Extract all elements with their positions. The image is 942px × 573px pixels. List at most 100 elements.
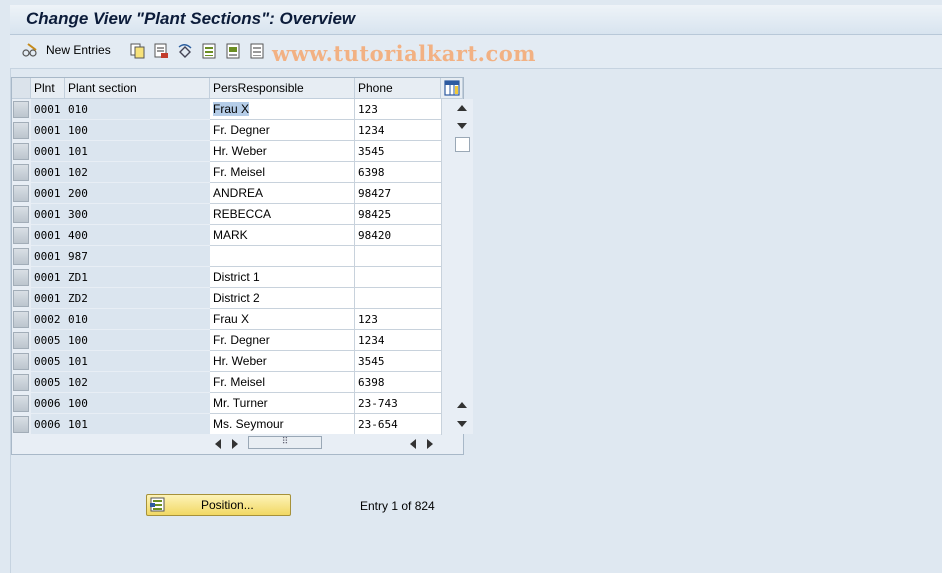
column-header-phone[interactable]: Phone bbox=[355, 78, 441, 99]
cell-pers-responsible-input[interactable]: Frau X bbox=[210, 309, 355, 330]
scroll-thumb[interactable] bbox=[455, 137, 470, 152]
select-all-rows-header[interactable] bbox=[12, 78, 31, 99]
row-selector-button[interactable] bbox=[13, 248, 29, 265]
cell-pers-responsible-input[interactable]: District 2 bbox=[210, 288, 355, 309]
scroll-left-icon[interactable] bbox=[215, 439, 221, 449]
new-entries-button[interactable]: New Entries bbox=[22, 42, 111, 58]
cell-pers-responsible-input[interactable]: Hr. Weber bbox=[210, 141, 355, 162]
cell-pers-responsible-input[interactable]: Hr. Weber bbox=[210, 351, 355, 372]
deselect-all-icon[interactable] bbox=[249, 43, 265, 59]
row-selector-button[interactable] bbox=[13, 143, 29, 160]
cell-pers-responsible-input[interactable]: Frau X bbox=[210, 99, 355, 120]
vertical-scrollbar[interactable] bbox=[452, 99, 473, 434]
scroll-down-icon[interactable] bbox=[457, 421, 467, 427]
cell-plnt: 0001 bbox=[31, 141, 65, 162]
column-header-plant-section[interactable]: Plant section bbox=[65, 78, 210, 99]
cell-phone-input[interactable]: 23-654 bbox=[355, 414, 442, 435]
pencil-glasses-icon bbox=[22, 42, 38, 58]
row-selector-button[interactable] bbox=[13, 290, 29, 307]
cell-plant-section: ZD1 bbox=[65, 267, 210, 288]
cell-pers-responsible-input[interactable]: Mr. Turner bbox=[210, 393, 355, 414]
scroll-page-down-icon[interactable] bbox=[457, 123, 467, 129]
cell-plnt: 0001 bbox=[31, 162, 65, 183]
scroll-right-end-icon[interactable] bbox=[427, 439, 433, 449]
cell-phone-input[interactable] bbox=[355, 267, 442, 288]
cell-phone-input[interactable]: 3545 bbox=[355, 141, 442, 162]
cell-phone-input[interactable]: 3545 bbox=[355, 351, 442, 372]
row-selector-button[interactable] bbox=[13, 101, 29, 118]
cell-plant-section: 010 bbox=[65, 99, 210, 120]
select-all-icon[interactable] bbox=[201, 43, 217, 59]
position-button-label: Position... bbox=[201, 498, 254, 512]
cell-plant-section: 102 bbox=[65, 372, 210, 393]
column-header-plnt[interactable]: Plnt bbox=[31, 78, 65, 99]
cell-pers-responsible-input[interactable]: ANDREA bbox=[210, 183, 355, 204]
cell-pers-responsible-text: Fr. Degner bbox=[213, 123, 270, 137]
cell-plnt: 0001 bbox=[31, 99, 65, 120]
cell-pers-responsible-input[interactable]: Fr. Degner bbox=[210, 120, 355, 141]
row-selector-button[interactable] bbox=[13, 227, 29, 244]
table-settings-button[interactable] bbox=[441, 78, 463, 99]
cell-phone-input[interactable]: 6398 bbox=[355, 372, 442, 393]
row-selector-button[interactable] bbox=[13, 332, 29, 349]
cell-phone-input[interactable]: 123 bbox=[355, 99, 442, 120]
cell-plnt: 0001 bbox=[31, 204, 65, 225]
cell-phone-input[interactable]: 123 bbox=[355, 309, 442, 330]
cell-phone-input[interactable]: 98427 bbox=[355, 183, 442, 204]
row-selector-button[interactable] bbox=[13, 395, 29, 412]
delete-icon[interactable] bbox=[153, 43, 169, 59]
cell-phone-input[interactable] bbox=[355, 246, 442, 267]
scroll-right-icon[interactable] bbox=[232, 439, 238, 449]
cell-plnt: 0005 bbox=[31, 351, 65, 372]
row-selector-button[interactable] bbox=[13, 353, 29, 370]
row-selector-button[interactable] bbox=[13, 416, 29, 433]
cell-plant-section: 101 bbox=[65, 141, 210, 162]
cell-pers-responsible-text: District 1 bbox=[213, 270, 260, 284]
cell-pers-responsible-input[interactable]: Fr. Degner bbox=[210, 330, 355, 351]
horizontal-scrollbar[interactable]: ⠿ bbox=[210, 434, 441, 453]
row-selector-button[interactable] bbox=[13, 206, 29, 223]
cell-phone-input[interactable]: 1234 bbox=[355, 330, 442, 351]
cell-pers-responsible-input[interactable]: Ms. Seymour bbox=[210, 414, 355, 435]
hscroll-thumb[interactable]: ⠿ bbox=[248, 436, 322, 449]
cell-plnt: 0005 bbox=[31, 372, 65, 393]
position-button[interactable]: Position... bbox=[146, 494, 291, 516]
page-title: Change View "Plant Sections": Overview bbox=[26, 9, 356, 28]
cell-pers-responsible-input[interactable]: Fr. Meisel bbox=[210, 162, 355, 183]
cell-pers-responsible-input[interactable]: District 1 bbox=[210, 267, 355, 288]
table-row: 0005 100 Fr. Degner 1234 bbox=[12, 330, 452, 351]
column-header-pers-responsible[interactable]: PersResponsible bbox=[210, 78, 355, 99]
cell-plnt: 0001 bbox=[31, 225, 65, 246]
scroll-left-end-icon[interactable] bbox=[410, 439, 416, 449]
table-row: 0001 ZD2 District 2 bbox=[12, 288, 452, 309]
cell-phone-input[interactable]: 1234 bbox=[355, 120, 442, 141]
undo-change-icon[interactable] bbox=[177, 43, 193, 59]
cell-pers-responsible-input[interactable] bbox=[210, 246, 355, 267]
scroll-page-up-icon[interactable] bbox=[457, 402, 467, 408]
row-selector-button[interactable] bbox=[13, 374, 29, 391]
cell-plnt: 0001 bbox=[31, 267, 65, 288]
row-selector-button[interactable] bbox=[13, 122, 29, 139]
row-selector-button[interactable] bbox=[13, 269, 29, 286]
cell-pers-responsible-input[interactable]: MARK bbox=[210, 225, 355, 246]
cell-phone-input[interactable]: 23-743 bbox=[355, 393, 442, 414]
row-selector-button[interactable] bbox=[13, 164, 29, 181]
cell-pers-responsible-input[interactable]: Fr. Meisel bbox=[210, 372, 355, 393]
cell-pers-responsible-input[interactable]: REBECCA bbox=[210, 204, 355, 225]
cell-plant-section: 100 bbox=[65, 393, 210, 414]
cell-phone-input[interactable]: 98420 bbox=[355, 225, 442, 246]
cell-plnt: 0006 bbox=[31, 414, 65, 435]
table-row: 0006 101 Ms. Seymour 23-654 bbox=[12, 414, 452, 435]
scroll-up-icon[interactable] bbox=[457, 105, 467, 111]
copy-icon[interactable] bbox=[130, 43, 146, 59]
table-row: 0001 010 Frau X 123 bbox=[12, 99, 452, 120]
cell-pers-responsible-text: Fr. Meisel bbox=[213, 165, 266, 179]
cell-plant-section: 100 bbox=[65, 120, 210, 141]
row-selector-button[interactable] bbox=[13, 311, 29, 328]
cell-phone-input[interactable]: 98425 bbox=[355, 204, 442, 225]
entry-counter: Entry 1 of 824 bbox=[360, 499, 435, 513]
select-block-icon[interactable] bbox=[225, 43, 241, 59]
cell-phone-input[interactable] bbox=[355, 288, 442, 309]
cell-phone-input[interactable]: 6398 bbox=[355, 162, 442, 183]
row-selector-button[interactable] bbox=[13, 185, 29, 202]
